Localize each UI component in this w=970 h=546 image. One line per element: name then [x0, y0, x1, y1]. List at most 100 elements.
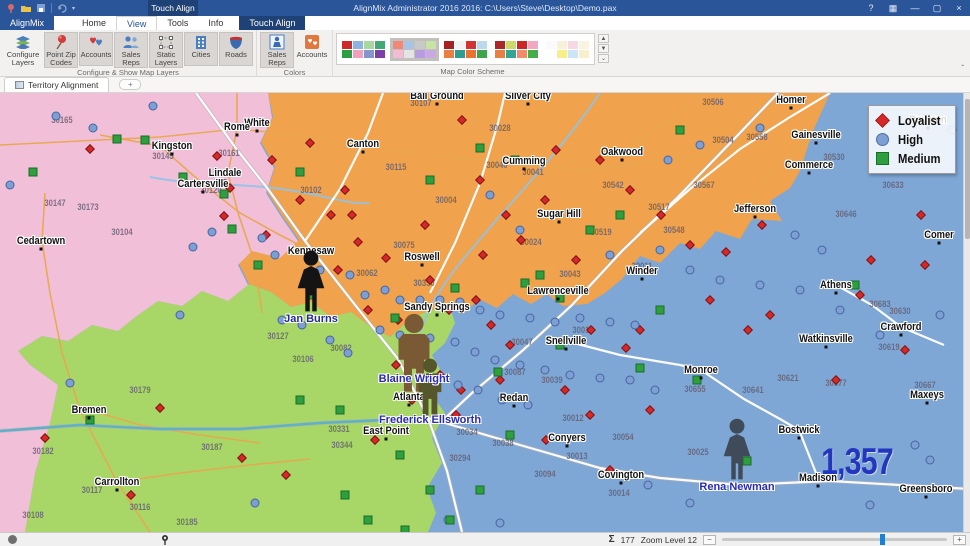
account-marker-high[interactable] — [910, 440, 920, 450]
tab-tools[interactable]: Tools — [157, 16, 198, 30]
account-marker-medium[interactable] — [295, 167, 305, 177]
account-marker-high[interactable] — [650, 385, 660, 395]
account-marker-high[interactable] — [250, 498, 260, 508]
add-tab-button[interactable]: + — [119, 79, 142, 90]
account-marker-medium[interactable] — [295, 395, 305, 405]
tab-touch-align[interactable]: Touch Align — [239, 16, 306, 30]
account-marker-high[interactable] — [565, 370, 575, 380]
color-palette-option[interactable] — [339, 38, 388, 61]
account-marker-medium[interactable] — [675, 125, 685, 135]
open-folder-icon[interactable] — [21, 3, 31, 13]
layout-button[interactable]: ▦ — [882, 0, 904, 16]
account-marker-high[interactable] — [415, 295, 425, 305]
cities-button[interactable]: Cities — [184, 32, 218, 66]
account-marker-high[interactable] — [277, 315, 287, 325]
qat-dropdown-icon[interactable]: ▾ — [72, 5, 75, 12]
account-marker-medium[interactable] — [227, 224, 237, 234]
account-marker-high[interactable] — [270, 250, 280, 260]
account-marker-high[interactable] — [148, 101, 158, 111]
account-marker-medium[interactable] — [850, 280, 860, 290]
account-marker-medium[interactable] — [340, 490, 350, 500]
color-palette-option[interactable] — [390, 37, 439, 61]
help-button[interactable]: ? — [860, 0, 882, 16]
configure-layers-button[interactable]: Configure Layers — [3, 32, 43, 68]
account-marker-high[interactable] — [685, 265, 695, 275]
account-marker-high[interactable] — [375, 325, 385, 335]
account-marker-high[interactable] — [473, 385, 483, 395]
account-marker-high[interactable] — [515, 225, 525, 235]
pin-icon[interactable] — [6, 3, 16, 13]
sales-reps-layer-button[interactable]: Sales Reps — [114, 32, 148, 68]
tab-alignmix[interactable]: AlignMix — [0, 16, 55, 30]
account-marker-high[interactable] — [88, 123, 98, 133]
minimize-button[interactable]: — — [904, 0, 926, 16]
account-marker-medium[interactable] — [395, 450, 405, 460]
colors-accounts-button[interactable]: Accounts — [295, 32, 329, 66]
account-marker-medium[interactable] — [28, 167, 38, 177]
map-canvas[interactable]: 30165 30107 30028 30506 30504 30558 30530 30115… — [0, 93, 970, 532]
account-marker-high[interactable] — [345, 270, 355, 280]
account-marker-medium[interactable] — [555, 340, 565, 350]
color-palette-option[interactable] — [543, 38, 592, 61]
point-zip-codes-button[interactable]: Point Zip Codes — [44, 32, 78, 68]
account-marker-high[interactable] — [523, 400, 533, 410]
location-pin-icon[interactable] — [160, 534, 170, 546]
account-marker-medium[interactable] — [253, 260, 263, 270]
account-marker-high[interactable] — [495, 518, 505, 528]
account-marker-high[interactable] — [755, 123, 765, 133]
account-marker-high[interactable] — [685, 498, 695, 508]
account-marker-high[interactable] — [663, 155, 673, 165]
scrollbar-thumb[interactable] — [965, 99, 970, 239]
save-icon[interactable] — [36, 3, 46, 13]
account-marker-high[interactable] — [490, 355, 500, 365]
account-marker-high[interactable] — [575, 313, 585, 323]
zoom-slider[interactable] — [722, 534, 947, 545]
account-marker-high[interactable] — [325, 335, 335, 345]
account-marker-high[interactable] — [925, 455, 935, 465]
account-marker-medium[interactable] — [510, 155, 520, 165]
collapse-ribbon-icon[interactable]: ˆ — [961, 64, 964, 73]
account-marker-high[interactable] — [65, 378, 75, 388]
account-marker-high[interactable] — [715, 275, 725, 285]
map-vertical-scrollbar[interactable] — [963, 93, 970, 532]
account-marker-medium[interactable] — [219, 189, 229, 199]
account-marker-high[interactable] — [360, 290, 370, 300]
account-marker-medium[interactable] — [493, 367, 503, 377]
color-palette-option[interactable] — [441, 38, 490, 61]
account-marker-high[interactable] — [550, 317, 560, 327]
account-marker-high[interactable] — [835, 305, 845, 315]
account-marker-medium[interactable] — [425, 485, 435, 495]
account-marker-high[interactable] — [625, 375, 635, 385]
static-layers-button[interactable]: Static Layers — [149, 32, 183, 68]
account-marker-high[interactable] — [817, 245, 827, 255]
tab-home[interactable]: Home — [72, 16, 116, 30]
zoom-slider-thumb[interactable] — [880, 534, 885, 545]
palette-scroll-down-icon[interactable]: ▼ — [598, 44, 609, 53]
account-marker-high[interactable] — [485, 190, 495, 200]
palette-more-icon[interactable]: ⌄ — [598, 54, 609, 63]
account-marker-medium[interactable] — [445, 515, 455, 525]
territory-alignment-tab[interactable]: Territory Alignment — [4, 77, 110, 92]
roads-button[interactable]: Roads — [219, 32, 253, 66]
account-marker-high[interactable] — [475, 305, 485, 315]
account-marker-high[interactable] — [595, 373, 605, 383]
sales-rep-figure[interactable] — [716, 418, 759, 487]
account-marker-medium[interactable] — [425, 175, 435, 185]
account-marker-high[interactable] — [188, 242, 198, 252]
account-marker-high[interactable] — [5, 180, 15, 190]
sales-rep-figure[interactable] — [410, 358, 450, 423]
palette-scroll-up-icon[interactable]: ▲ — [598, 34, 609, 43]
tab-view[interactable]: View — [116, 16, 158, 30]
account-marker-medium[interactable] — [505, 430, 515, 440]
account-marker-high[interactable] — [655, 245, 665, 255]
account-marker-high[interactable] — [630, 320, 640, 330]
account-marker-high[interactable] — [297, 320, 307, 330]
account-marker-medium[interactable] — [400, 525, 410, 532]
account-marker-high[interactable] — [643, 480, 653, 490]
account-marker-high[interactable] — [540, 365, 550, 375]
account-marker-high[interactable] — [865, 500, 875, 510]
account-marker-high[interactable] — [790, 230, 800, 240]
account-marker-medium[interactable] — [635, 363, 645, 373]
account-marker-medium[interactable] — [450, 283, 460, 293]
account-marker-high[interactable] — [935, 310, 945, 320]
